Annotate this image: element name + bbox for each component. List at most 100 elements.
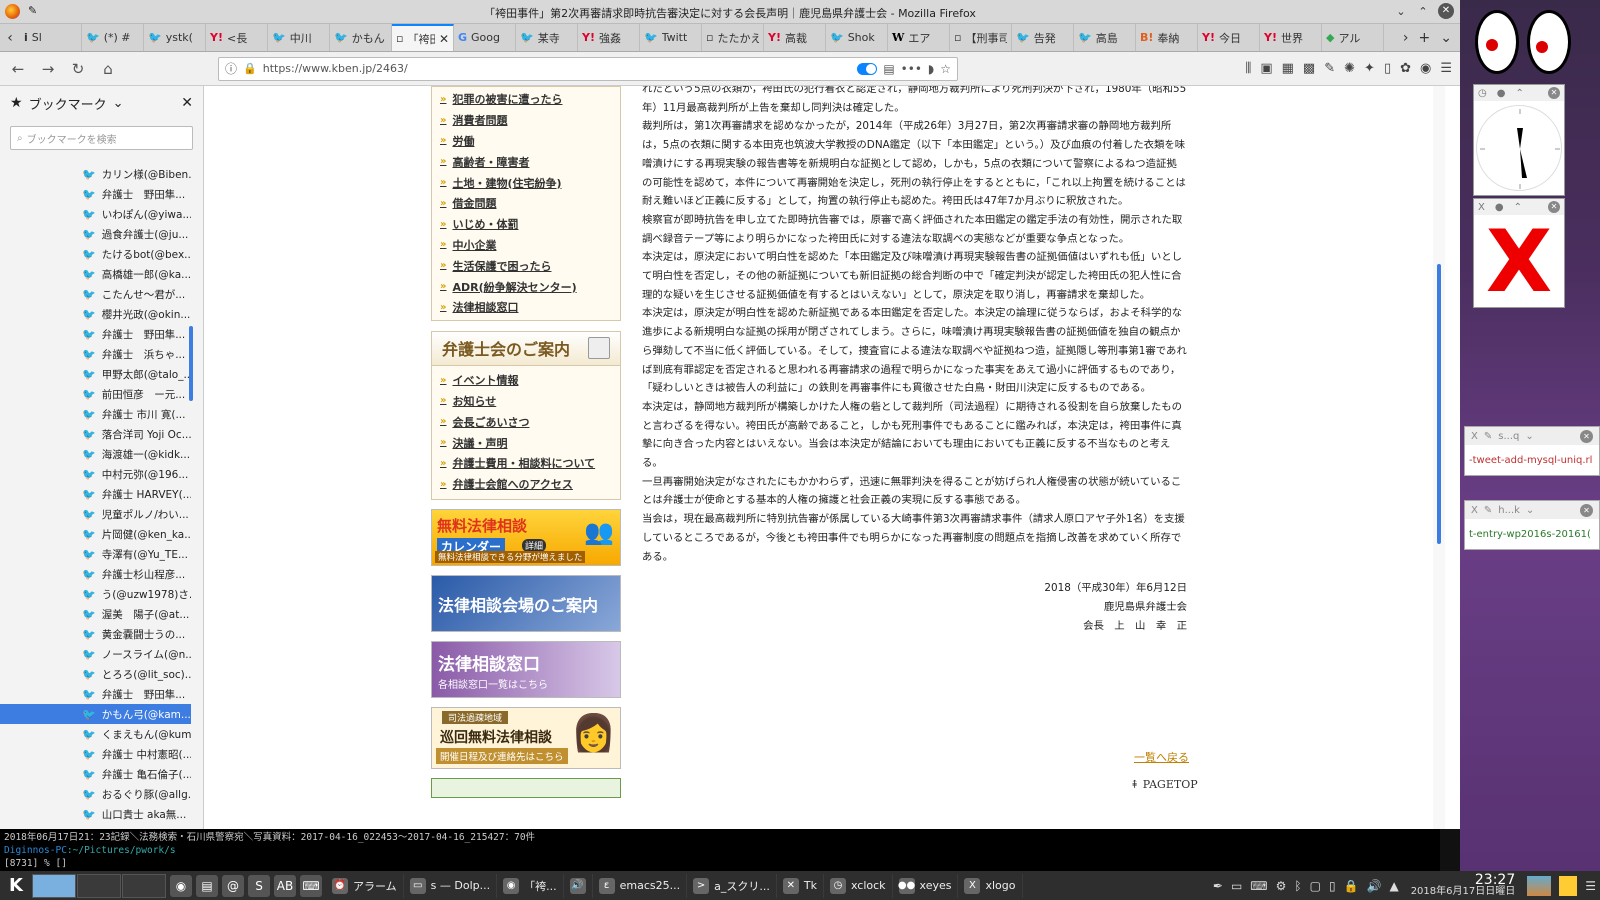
tab-18[interactable]: B! 奉納 (1136, 24, 1198, 51)
close-window-button[interactable]: ✕ (1438, 3, 1454, 19)
document-launcher-icon[interactable]: ▤ (196, 874, 218, 897)
menu-link[interactable]: » 弁護士費用・相談料について (440, 453, 612, 474)
menu-link[interactable]: » 法律相談窓口 (440, 297, 612, 318)
bookmark-item[interactable]: 🐦 弁護士 亀石倫子(... (0, 764, 191, 784)
bookmark-item[interactable]: 🐦 前田恒彦 ー元... (0, 384, 191, 404)
menu-link[interactable]: » 弁護士会館へのアクセス (440, 474, 612, 495)
pin-icon[interactable]: ✎ (1484, 505, 1492, 516)
taskbar-task-terminal[interactable]: > a_スクリ... (687, 873, 777, 898)
terminal-scrollbar[interactable] (1440, 829, 1460, 871)
tab-scroll-left-icon[interactable]: ‹ (0, 24, 20, 51)
xlogo-window[interactable]: X ● ⌃ ✕ X (1473, 198, 1565, 309)
tab-5[interactable]: 🐦 かもん (330, 24, 392, 51)
bookmark-item[interactable]: 🐦 くまえもん(@kum... (0, 724, 191, 744)
reader-view-icon[interactable]: ▤ (883, 62, 894, 76)
tab-11[interactable]: ▫ たたかえ (702, 24, 764, 51)
close-sidebar-icon[interactable]: ✕ (181, 95, 193, 111)
clip-window-1[interactable]: X ✎ s...q ⌄ ✕ -tweet-add-mysql-uniq.rl (1464, 426, 1600, 476)
chevron-down-icon[interactable]: ⌄ (1526, 505, 1534, 516)
tab-16[interactable]: 🐦 告発 (1012, 24, 1074, 51)
new-tab-icon[interactable]: + (1419, 30, 1431, 46)
back-to-list-link[interactable]: 一覧へ戻る (1134, 749, 1189, 765)
pagetop-button[interactable]: ⇞ PAGETOP (1130, 778, 1198, 791)
tab-12[interactable]: Y! 高裁 (764, 24, 826, 51)
bookmark-item[interactable]: 🐦 片岡健(@ken_ka... (0, 524, 191, 544)
menu-link[interactable]: » いじめ・体罰 (440, 214, 612, 235)
clipboard-icon[interactable]: ▯ (1384, 61, 1391, 76)
bookmark-item[interactable]: 🐦 弁護士 浜ちゃ... (0, 344, 191, 364)
kde-menu-icon[interactable]: K (4, 875, 28, 896)
maximize-button[interactable]: ⌃ (1416, 5, 1430, 18)
bookmark-item[interactable]: 🐦 櫻井光政(@okin... (0, 304, 191, 324)
bookmark-item[interactable]: 🐦 とろろ(@lit_soc)... (0, 664, 191, 684)
tab-0[interactable]: i Sl (20, 24, 82, 51)
bookmark-item[interactable]: 🐦 甲野太郎(@talo_... (0, 364, 191, 384)
menu-link[interactable]: » 会長ごあいさつ (440, 411, 612, 432)
menu-link[interactable]: » 犯罪の被害に遭ったら (440, 89, 612, 110)
terminal-window[interactable]: 2018年06月17日21：23記録＼法務検索・石川県警察宛＼写真資料：2017… (0, 829, 1440, 871)
bookmark-star-icon[interactable]: ☆ (940, 62, 951, 76)
tab-19[interactable]: Y! 今日 (1198, 24, 1260, 51)
extensions-icon[interactable]: ▩ (1303, 61, 1315, 76)
notes-icon[interactable] (1559, 875, 1578, 896)
tab-20[interactable]: Y! 世界 (1260, 24, 1322, 51)
bookmark-item[interactable]: 🐦 黄金嚢闘士うの... (0, 624, 191, 644)
keyboard-launcher-icon[interactable]: ⌨ (300, 874, 322, 897)
bookmark-item[interactable]: 🐦 高橋雄一郎(@ka... (0, 264, 191, 284)
taskbar-task-alarm[interactable]: ⏰ アラーム (326, 873, 404, 898)
close-tab-icon[interactable]: ✕ (439, 32, 449, 46)
reload-icon[interactable]: ↻ (68, 60, 88, 78)
sidebar-title[interactable]: ブックマーク (29, 94, 107, 113)
firefox-launcher-icon[interactable]: ◉ (170, 874, 192, 897)
taskbar-task-x[interactable]: Xxlogo (958, 873, 1023, 898)
xclock-window[interactable]: ◷ ● ⌃ ✕ (1473, 84, 1565, 196)
bookmark-item[interactable]: 🐦 かもん弓(@kam... (0, 704, 191, 724)
tab-9[interactable]: Y! 強姦 (578, 24, 640, 51)
globe-icon[interactable]: ◉ (1420, 61, 1431, 76)
free-consultation-calendar-banner[interactable]: 無料法律相談 カレンダー 詳細 無料法律相談できる分野が増えました 👥 (431, 508, 621, 566)
bookmark-item[interactable]: 🐦 弁護士 野田隼... (0, 184, 191, 204)
minimize-button[interactable]: ⌄ (1394, 5, 1408, 18)
tab-1[interactable]: 🐦 (*) # (82, 24, 144, 51)
lock-icon[interactable]: 🔒 (243, 62, 257, 75)
keyboard-tray-icon[interactable]: ⌨ (1250, 879, 1267, 893)
bookmark-item[interactable]: 🐦 山口貴士 aka無... (0, 804, 191, 824)
info-icon[interactable]: ⓘ (225, 60, 237, 77)
taskbar-clock[interactable]: 23:27 2018年6月17日日曜日 (1407, 873, 1520, 898)
pin-icon[interactable]: ● (1497, 88, 1506, 99)
bookmark-item[interactable]: 🐦 弁護士 野田隼... (0, 684, 191, 704)
bookmark-item[interactable]: 🐦 渥美 陽子(@at... (0, 604, 191, 624)
url-bar[interactable]: ⓘ 🔒 https://www.kben.jp/2463/ ▤ ••• ◗ ☆ (218, 56, 958, 81)
taskbar-task-firefox[interactable]: ◉ 「袴... (497, 873, 564, 898)
volume-icon[interactable]: 🔊 (1367, 879, 1382, 893)
bookmark-item[interactable]: 🐦 海渡雄一(@kidk... (0, 444, 191, 464)
taskbar-task-folder[interactable]: ▭ s — Dolp... (404, 873, 498, 898)
back-icon[interactable]: ← (8, 60, 28, 78)
menu-link[interactable]: » 労働 (440, 131, 612, 152)
tray-expand-icon[interactable]: ▲ (1389, 879, 1398, 893)
bookmark-item[interactable]: 🐦 過食弁護士(@ju... (0, 224, 191, 244)
bookmark-item[interactable]: 🐦 中村元弥(@196... (0, 464, 191, 484)
pin-icon[interactable]: ✎ (1484, 431, 1492, 442)
library-icon[interactable]: ⫼ (1245, 61, 1251, 76)
spiral-launcher-icon[interactable]: @ (222, 874, 244, 897)
partial-banner[interactable] (431, 777, 621, 798)
tab-3[interactable]: Y! <長 (206, 24, 268, 51)
sidebar-toggle-icon[interactable]: ▣ (1260, 61, 1272, 76)
lock-tray-icon[interactable]: 🔒 (1344, 879, 1359, 893)
sidebar-scrollbar[interactable] (189, 326, 193, 401)
tab-list-icon[interactable]: ⌄ (1440, 30, 1452, 46)
display-tray-icon[interactable]: ▢ (1310, 879, 1321, 893)
settings-tray-icon[interactable]: ⚙ (1276, 879, 1287, 893)
taskbar-task-speaker[interactable]: 🔊 (564, 873, 593, 898)
bookmark-item[interactable]: 🐦 落合洋司 Yoji Oc... (0, 424, 191, 444)
tab-7[interactable]: G Goog (454, 24, 516, 51)
consultation-venue-banner[interactable]: 法律相談会場のご案内 (431, 574, 621, 632)
close-icon[interactable]: ✕ (1580, 429, 1593, 443)
home-icon[interactable]: ⌂ (98, 60, 118, 78)
traveling-consultation-banner[interactable]: 司法過疎地域 巡回無料法律相談 開催日程及び連絡先はこちら 👩 (431, 706, 621, 769)
desktop-1[interactable] (32, 873, 76, 898)
menu-link[interactable]: » イベント情報 (440, 370, 612, 391)
url-text[interactable]: https://www.kben.jp/2463/ (263, 62, 852, 75)
pen-icon[interactable]: ✎ (1324, 61, 1335, 76)
